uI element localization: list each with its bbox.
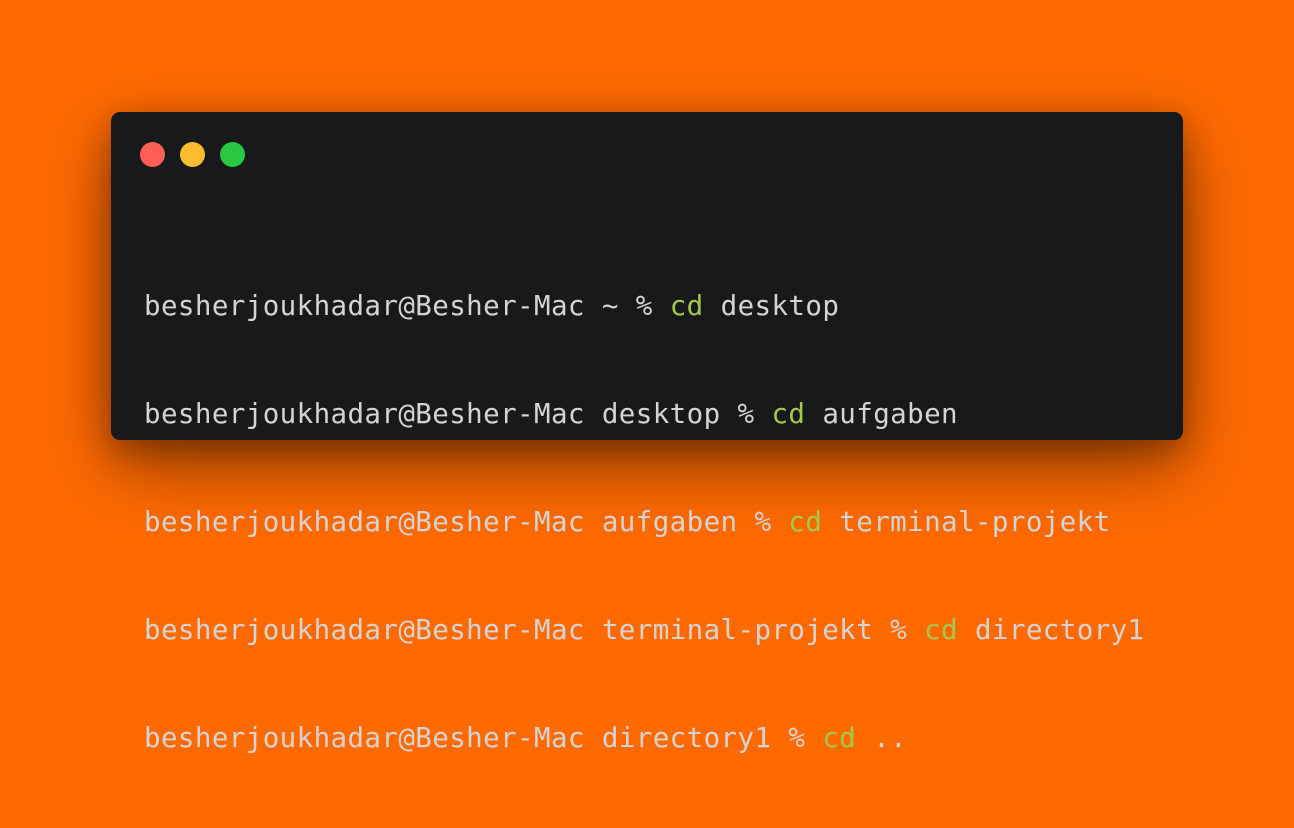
prompt-symbol: % — [788, 722, 806, 754]
prompt-directory: aufgaben — [601, 506, 738, 538]
command-argument: .. — [873, 722, 908, 754]
command-argument: terminal-projekt — [839, 506, 1111, 538]
prompt-symbol: % — [737, 398, 755, 430]
minimize-button[interactable] — [180, 142, 205, 167]
prompt-host: besherjoukhadar@Besher-Mac — [144, 722, 585, 754]
command-name: cd — [822, 722, 857, 754]
command-argument: directory1 — [974, 614, 1145, 646]
command-argument: aufgaben — [822, 398, 958, 430]
terminal-line: besherjoukhadar@Besher-Mac ~ % cd deskto… — [144, 288, 1145, 324]
terminal-line: besherjoukhadar@Besher-Mac terminal-proj… — [144, 612, 1145, 648]
terminal-window: besherjoukhadar@Besher-Mac ~ % cd deskto… — [111, 112, 1183, 754]
close-button[interactable] — [140, 142, 165, 167]
command-name: cd — [924, 614, 958, 646]
command-name: cd — [669, 290, 704, 322]
terminal-line: besherjoukhadar@Besher-Mac desktop % cd … — [144, 396, 1145, 432]
page-background: { "window": { "controls": [ {"name": "cl… — [0, 0, 1294, 754]
prompt-symbol: % — [635, 290, 653, 322]
maximize-button[interactable] — [220, 142, 245, 167]
prompt-host: besherjoukhadar@Besher-Mac — [144, 614, 585, 646]
command-name: cd — [771, 398, 806, 430]
terminal-output[interactable]: besherjoukhadar@Besher-Mac ~ % cd deskto… — [144, 216, 1145, 828]
command-argument: desktop — [720, 290, 840, 322]
terminal-line: besherjoukhadar@Besher-Mac directory1 % … — [144, 720, 1145, 756]
prompt-directory: directory1 — [601, 722, 772, 754]
prompt-directory: terminal-projekt — [601, 614, 874, 646]
prompt-host: besherjoukhadar@Besher-Mac — [144, 506, 585, 538]
prompt-symbol: % — [890, 614, 908, 646]
prompt-directory: ~ — [601, 290, 619, 322]
terminal-line: besherjoukhadar@Besher-Mac aufgaben % cd… — [144, 504, 1145, 540]
prompt-directory: desktop — [601, 398, 721, 430]
prompt-host: besherjoukhadar@Besher-Mac — [144, 290, 585, 322]
prompt-host: besherjoukhadar@Besher-Mac — [144, 398, 585, 430]
command-name: cd — [788, 506, 823, 538]
prompt-symbol: % — [754, 506, 772, 538]
window-controls — [140, 142, 245, 167]
